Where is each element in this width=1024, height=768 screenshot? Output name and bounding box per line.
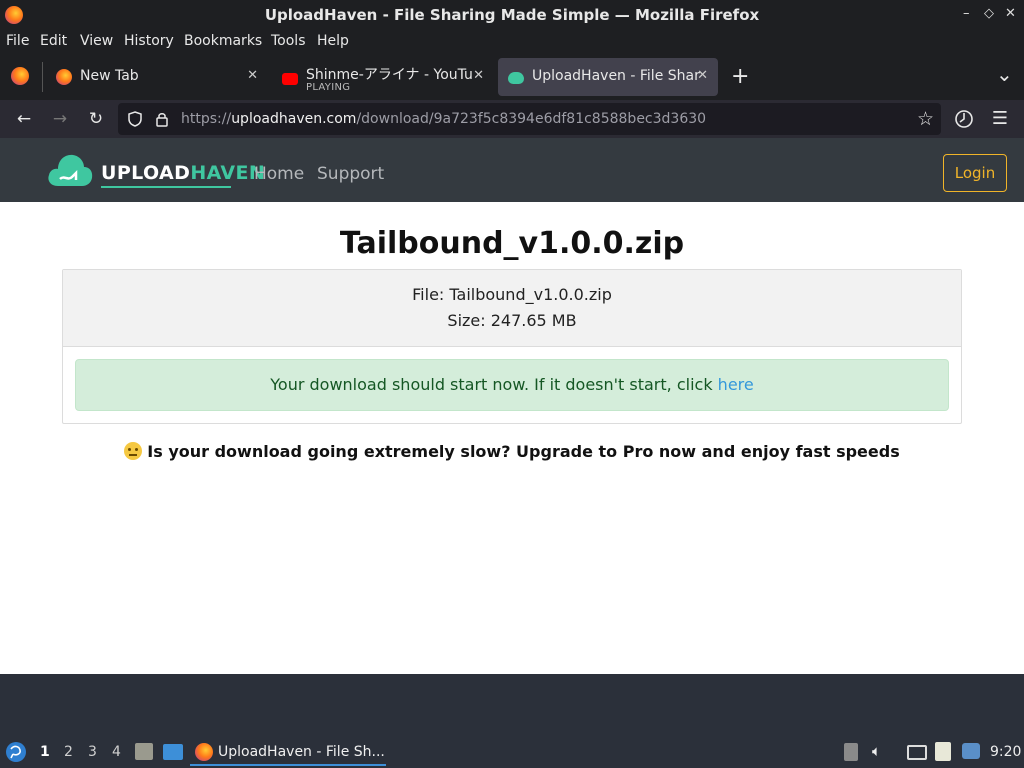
back-icon[interactable]: ← <box>13 108 35 130</box>
navigation-bar: ← → ↻ https://uploadhaven.com/download/9… <box>0 100 1024 138</box>
upgrade-promo: Is your download going extremely slow? U… <box>0 442 1024 461</box>
workspace-4[interactable]: 4 <box>112 744 121 760</box>
list-all-tabs-button[interactable]: ⌄ <box>996 62 1013 86</box>
keyboard-layout-icon[interactable] <box>844 743 858 761</box>
menu-file[interactable]: File <box>6 33 29 49</box>
close-tab-icon[interactable]: ✕ <box>247 68 258 83</box>
uploadhaven-logo-icon[interactable] <box>46 150 94 188</box>
download-here-link[interactable]: here <box>718 375 754 394</box>
firefox-icon <box>195 743 213 761</box>
shield-icon[interactable] <box>127 111 143 127</box>
menu-bookmarks[interactable]: Bookmarks <box>184 33 262 49</box>
site-header: UPLOADHAVEN <box>0 138 1024 202</box>
file-manager-icon[interactable] <box>135 743 153 760</box>
volume-icon[interactable]: 🔈︎ <box>872 742 881 760</box>
tab-label: Shinme-アライナ - YouTube <box>306 67 474 83</box>
tab-playing-label: PLAYING <box>306 82 351 93</box>
tab-uploadhaven[interactable]: UploadHaven - File Sharing ✕ <box>498 58 718 96</box>
menu-tools[interactable]: Tools <box>271 33 306 49</box>
tab-label: UploadHaven - File Sharing <box>532 68 700 84</box>
nav-support-link[interactable]: Support <box>317 164 384 184</box>
file-size-text: Size: 247.65 MB <box>447 311 577 330</box>
maximize-button[interactable]: ◇ <box>984 6 994 21</box>
minimize-button[interactable]: – <box>963 6 970 21</box>
menu-edit[interactable]: Edit <box>40 33 67 49</box>
logo-underline <box>101 186 231 188</box>
url-bar[interactable]: https://uploadhaven.com/download/9a723f5… <box>118 103 941 135</box>
uploadhaven-favicon-icon <box>508 72 524 84</box>
taskbar: 1 2 3 4 UploadHaven - File Sh... 🔈︎ 9:20 <box>0 736 1024 768</box>
file-info-header: File: Tailbound_v1.0.0.zip Size: 247.65 … <box>63 270 961 347</box>
page-content: Tailbound_v1.0.0.zip File: Tailbound_v1.… <box>0 202 1024 674</box>
file-name-text: File: Tailbound_v1.0.0.zip <box>412 285 612 304</box>
notification-icon[interactable] <box>962 743 980 759</box>
upgrade-text: Is your download going extremely slow? U… <box>147 442 900 461</box>
nav-home-link[interactable]: Home <box>254 164 304 184</box>
download-alert: Your download should start now. If it do… <box>75 359 949 411</box>
desktop-icon[interactable] <box>163 744 183 760</box>
bookmark-star-icon[interactable]: ☆ <box>917 108 934 130</box>
app-menu-icon[interactable] <box>5 741 27 763</box>
forward-icon[interactable]: → <box>49 108 71 130</box>
tab-strip: New Tab ✕ Shinme-アライナ - YouTube PLAYING … <box>0 54 1024 100</box>
firefox-view-icon[interactable] <box>11 67 29 85</box>
window-titlebar: UploadHaven - File Sharing Made Simple —… <box>0 0 1024 30</box>
page-title: Tailbound_v1.0.0.zip <box>339 226 685 261</box>
login-button[interactable]: Login <box>943 154 1007 192</box>
tab-label: New Tab <box>80 68 139 84</box>
menu-view[interactable]: View <box>80 33 113 49</box>
taskbar-firefox-task[interactable]: UploadHaven - File Sh... <box>190 738 386 766</box>
firefox-icon <box>56 69 72 85</box>
window-title: UploadHaven - File Sharing Made Simple —… <box>264 6 760 24</box>
account-icon[interactable] <box>954 109 974 129</box>
alert-text: Your download should start now. If it do… <box>270 375 718 394</box>
new-tab-button[interactable]: + <box>731 64 749 89</box>
workspace-3[interactable]: 3 <box>88 744 97 760</box>
youtube-icon <box>282 73 298 85</box>
close-window-button[interactable]: ✕ <box>1005 6 1016 21</box>
confused-face-icon <box>124 442 143 460</box>
logo-wordmark[interactable]: UPLOADHAVEN <box>101 162 265 184</box>
clipboard-icon[interactable] <box>935 742 951 761</box>
lock-icon[interactable] <box>155 111 169 127</box>
task-label: UploadHaven - File Sh... <box>218 744 385 760</box>
workspace-1[interactable]: 1 <box>40 744 50 760</box>
hamburger-menu-icon[interactable]: ☰ <box>989 108 1011 130</box>
file-info-card: File: Tailbound_v1.0.0.zip Size: 247.65 … <box>62 269 962 424</box>
tab-separator <box>42 62 43 92</box>
close-tab-icon[interactable]: ✕ <box>473 68 484 83</box>
desktop-background <box>0 674 1024 736</box>
workspace-2[interactable]: 2 <box>64 744 73 760</box>
reload-icon[interactable]: ↻ <box>85 108 107 130</box>
close-tab-icon[interactable]: ✕ <box>697 68 708 83</box>
menu-help[interactable]: Help <box>317 33 349 49</box>
url-text[interactable]: https://uploadhaven.com/download/9a723f5… <box>181 111 706 127</box>
menu-bar: File Edit View History Bookmarks Tools H… <box>0 30 1024 54</box>
tab-new-tab[interactable]: New Tab ✕ <box>46 58 268 96</box>
network-icon[interactable] <box>907 745 927 760</box>
menu-history[interactable]: History <box>124 33 174 49</box>
clock[interactable]: 9:20 <box>990 744 1021 760</box>
tab-youtube[interactable]: Shinme-アライナ - YouTube PLAYING ✕ <box>272 58 494 96</box>
